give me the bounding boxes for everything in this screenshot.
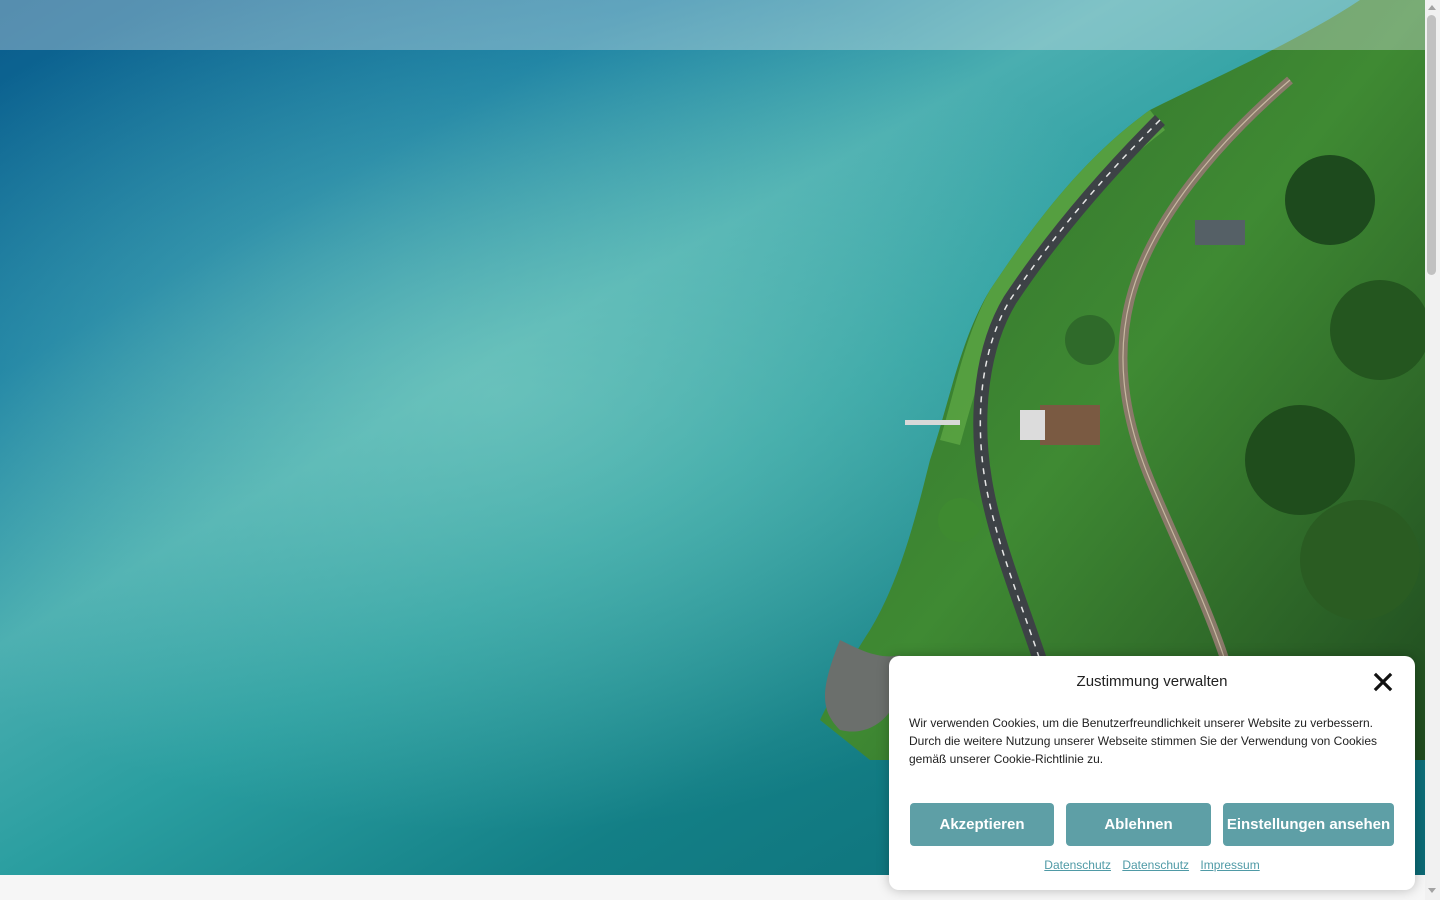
scrollbar-thumb[interactable] (1427, 15, 1436, 275)
page-scrollbar[interactable] (1425, 0, 1440, 900)
close-icon[interactable] (1373, 672, 1393, 692)
cookie-dialog-message: Wir verwenden Cookies, um die Benutzerfr… (909, 716, 1378, 766)
accept-button[interactable]: Akzeptieren (910, 803, 1054, 846)
cookie-dialog-title: Zustimmung verwalten (1076, 673, 1228, 690)
privacy-link[interactable]: Datenschutz (1044, 858, 1111, 872)
imprint-link[interactable]: Impressum (1200, 858, 1259, 872)
privacy-link-2[interactable]: Datenschutz (1122, 858, 1189, 872)
cookie-dialog-links: Datenschutz Datenschutz Impressum (889, 858, 1415, 872)
cookie-consent-dialog: Zustimmung verwalten Wir verwenden Cooki… (889, 656, 1415, 890)
view-preferences-button[interactable]: Einstellungen ansehen (1223, 803, 1394, 846)
header-bar (0, 0, 1425, 50)
deny-button[interactable]: Ablehnen (1066, 803, 1211, 846)
scroll-down-arrow-icon[interactable] (1428, 888, 1436, 893)
scroll-up-arrow-icon[interactable] (1428, 5, 1436, 10)
